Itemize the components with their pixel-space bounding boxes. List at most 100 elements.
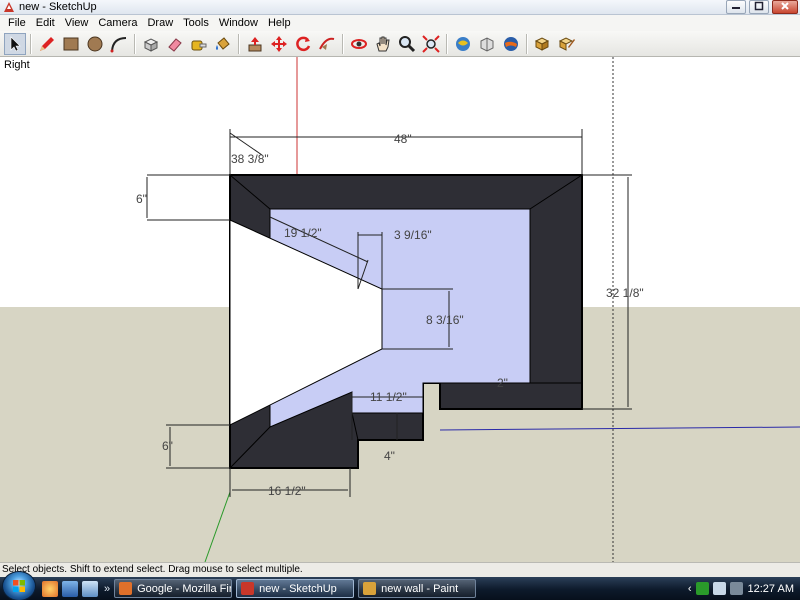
- menu-camera[interactable]: Camera: [93, 15, 142, 31]
- dim-right-height[interactable]: 32 1/8": [606, 286, 644, 300]
- get-models-button[interactable]: [452, 33, 474, 55]
- tray-expand-arrow[interactable]: ‹: [688, 583, 692, 595]
- volume-icon[interactable]: [729, 582, 743, 595]
- sketchup-logo-icon: [4, 2, 14, 12]
- share-model-button[interactable]: [476, 33, 498, 55]
- firefox-icon: [119, 582, 133, 595]
- dim-bottom-width[interactable]: 16 1/2": [268, 484, 306, 498]
- google-earth-icon: [504, 36, 518, 51]
- eraser-tool-button[interactable]: [164, 33, 186, 55]
- close-button[interactable]: [772, 0, 798, 14]
- taskbar: » Google - Mozilla Fir... new - SketchUp…: [0, 570, 800, 600]
- menu-bar: File Edit View Camera Draw Tools Window …: [0, 15, 800, 31]
- rotate-tool-icon: [296, 36, 311, 51]
- eraser-tool-icon: [168, 37, 182, 52]
- toolbar-separator: [30, 33, 32, 54]
- view-name-label: Right: [4, 59, 30, 71]
- dim-slot-height[interactable]: 8 3/16": [426, 313, 464, 327]
- zoom-tool-button[interactable]: [396, 33, 418, 55]
- dim-left-upper[interactable]: 6": [136, 192, 147, 206]
- close-icon: [781, 2, 789, 10]
- circle-tool-icon: [87, 36, 103, 51]
- menu-window[interactable]: Window: [214, 15, 263, 31]
- toolbar-separator: [342, 33, 344, 54]
- rectangle-tool-button[interactable]: [60, 33, 82, 55]
- component-browser-icon: [534, 36, 550, 51]
- menu-draw[interactable]: Draw: [142, 15, 178, 31]
- switch-windows-icon[interactable]: [82, 580, 98, 597]
- title-bar: new - SketchUp: [0, 0, 800, 15]
- status-text: Select objects. Shift to extend select. …: [2, 564, 303, 575]
- maximize-button[interactable]: [749, 0, 769, 14]
- network-icon[interactable]: [712, 582, 726, 595]
- menu-tools[interactable]: Tools: [178, 15, 214, 31]
- dim-hidden-label[interactable]: 2": [497, 376, 508, 390]
- dim-step-height[interactable]: 4": [384, 449, 395, 463]
- component-browser-button[interactable]: [532, 33, 554, 55]
- quick-launch: »: [42, 580, 114, 597]
- menu-help[interactable]: Help: [263, 15, 296, 31]
- clock[interactable]: 12:27 AM: [748, 583, 794, 595]
- arc-tool-icon: [110, 36, 127, 52]
- taskbar-item-label: Google - Mozilla Fir...: [137, 582, 233, 595]
- materials-icon: [558, 36, 575, 51]
- toolbar-separator: [526, 33, 528, 54]
- pan-tool-icon: [376, 36, 390, 51]
- materials-button[interactable]: [556, 33, 578, 55]
- move-tool-icon: [271, 35, 287, 52]
- system-tray: ‹ 12:27 AM: [683, 577, 800, 600]
- pencil-tool-icon: [40, 36, 54, 51]
- paint-bucket-button[interactable]: [212, 33, 234, 55]
- quick-launch-chevron[interactable]: »: [104, 583, 110, 595]
- pencil-tool-button[interactable]: [36, 33, 58, 55]
- share-model-icon: [480, 36, 494, 52]
- tape-measure-icon: [191, 40, 207, 50]
- show-desktop-icon[interactable]: [62, 580, 78, 597]
- menu-view[interactable]: View: [60, 15, 94, 31]
- main-toolbar: [0, 31, 800, 57]
- orbit-tool-button[interactable]: [348, 33, 370, 55]
- dim-top-width[interactable]: 48": [394, 132, 412, 146]
- push-pull-button[interactable]: [244, 33, 266, 55]
- orbit-tool-icon: [351, 38, 367, 49]
- model-canvas[interactable]: 48" 38 3/8" 6" 19 1/2" 3 9/16" 8 3/16" 3…: [0, 57, 800, 562]
- get-models-icon: [456, 36, 470, 51]
- paint-icon: [363, 582, 377, 595]
- dim-step-length[interactable]: 11 1/2": [370, 390, 407, 404]
- window-title: new - SketchUp: [19, 1, 97, 13]
- zoom-extents-icon: [422, 34, 440, 53]
- rectangle-tool-icon: [63, 37, 79, 50]
- pan-tool-button[interactable]: [372, 33, 394, 55]
- tray-app-icon[interactable]: [695, 582, 709, 595]
- paint-bucket-icon: [216, 36, 230, 50]
- tape-measure-button[interactable]: [188, 33, 210, 55]
- follow-me-button[interactable]: [316, 33, 338, 55]
- menu-edit[interactable]: Edit: [31, 15, 60, 31]
- dim-slope-length[interactable]: 19 1/2": [284, 226, 322, 240]
- menu-file[interactable]: File: [3, 15, 31, 31]
- circle-tool-button[interactable]: [84, 33, 106, 55]
- make-component-button[interactable]: [140, 33, 162, 55]
- drawing-viewport[interactable]: 48" 38 3/8" 6" 19 1/2" 3 9/16" 8 3/16" 3…: [0, 57, 800, 562]
- make-component-icon: [143, 37, 159, 52]
- zoom-extents-button[interactable]: [420, 33, 442, 55]
- taskbar-paint[interactable]: new wall - Paint: [358, 579, 477, 598]
- push-pull-icon: [248, 36, 262, 51]
- dim-left-lower[interactable]: 6": [162, 439, 173, 453]
- toolbar-separator: [238, 33, 240, 54]
- taskbar-firefox[interactable]: Google - Mozilla Fir...: [114, 579, 233, 598]
- start-button[interactable]: [2, 570, 36, 600]
- dim-top-left-offset[interactable]: 38 3/8": [231, 152, 269, 166]
- minimize-button[interactable]: [726, 0, 746, 14]
- move-tool-button[interactable]: [268, 33, 290, 55]
- toolbar-separator: [446, 33, 448, 54]
- toolbar-separator: [134, 33, 136, 54]
- dim-slot-width[interactable]: 3 9/16": [394, 228, 432, 242]
- google-earth-button[interactable]: [500, 33, 522, 55]
- arc-tool-button[interactable]: [108, 33, 130, 55]
- sketchup-icon: [241, 582, 255, 595]
- firefox-quicklaunch-icon[interactable]: [42, 580, 58, 597]
- rotate-tool-button[interactable]: [292, 33, 314, 55]
- select-tool-button[interactable]: [4, 32, 26, 55]
- taskbar-sketchup[interactable]: new - SketchUp: [236, 579, 355, 598]
